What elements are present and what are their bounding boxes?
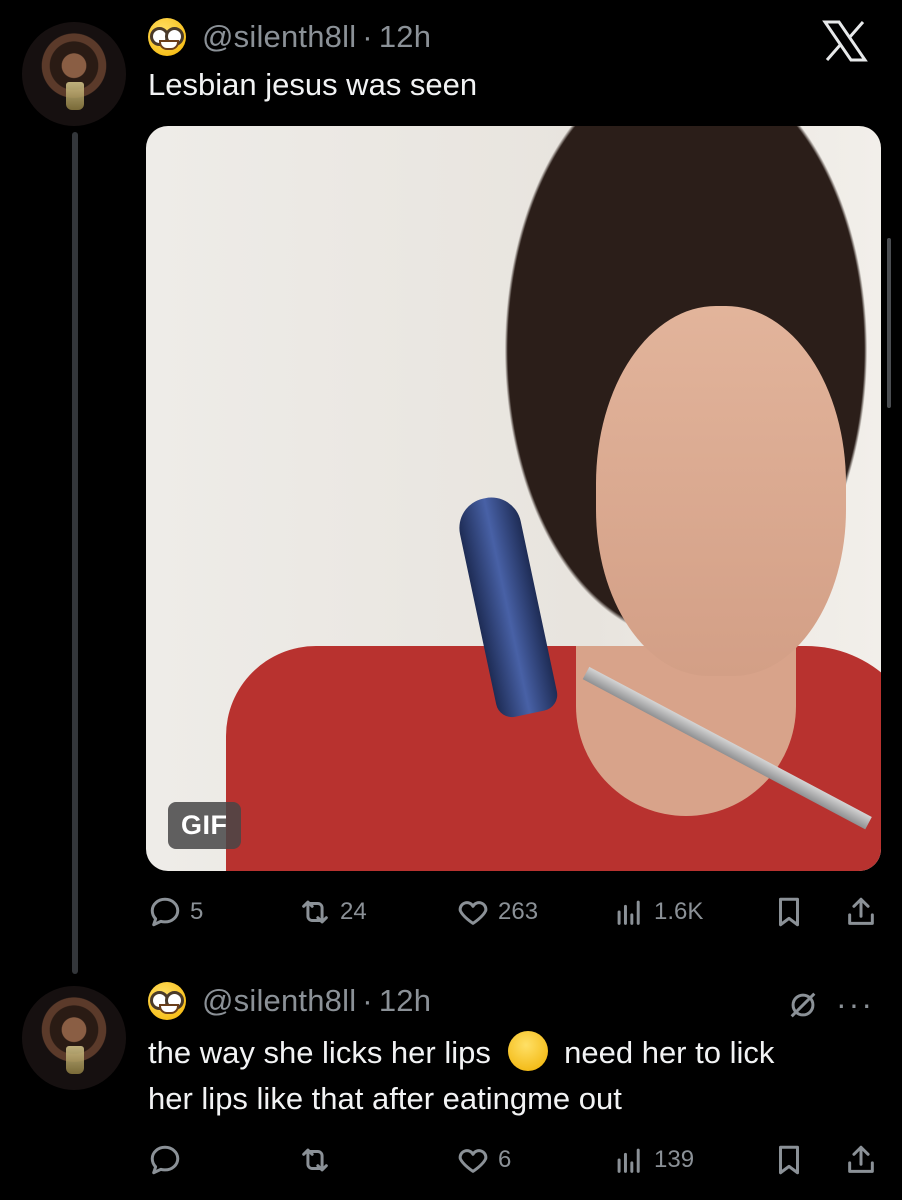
reply-button[interactable]	[148, 1143, 190, 1177]
tweet-header: @silenth8ll · 12h	[148, 982, 431, 1020]
tweet-text: the way she licks her lips need her to l…	[148, 1030, 774, 1122]
bookmark-icon	[779, 1145, 799, 1175]
bookmark-button[interactable]	[772, 1143, 806, 1177]
views-count: 1.6K	[654, 898, 704, 925]
nerd-face-emoji-icon	[148, 982, 186, 1020]
tweet-header: @silenth8ll · 12h	[148, 18, 431, 56]
timestamp[interactable]: 12h	[379, 19, 431, 55]
retweet-icon	[302, 1148, 328, 1172]
heart-icon	[458, 1149, 488, 1173]
retweet-button[interactable]: 24	[298, 895, 367, 929]
tweet-text: Lesbian jesus was seen	[148, 67, 478, 102]
reply-icon	[150, 897, 180, 927]
like-count: 6	[498, 1146, 512, 1173]
separator-dot: ·	[362, 19, 373, 54]
bookmark-icon	[779, 897, 799, 927]
gif-badge: GIF	[168, 802, 241, 849]
tweet-media-gif[interactable]: GIF	[146, 126, 881, 871]
user-avatar[interactable]	[22, 986, 126, 1090]
nerd-face-emoji-icon	[148, 18, 186, 56]
like-button[interactable]: 263	[456, 895, 538, 929]
views-button[interactable]: 1.6K	[612, 895, 703, 929]
media-face	[596, 306, 846, 676]
reply-icon	[150, 1145, 180, 1175]
thread-line	[72, 132, 78, 974]
avatar-glass	[66, 82, 84, 110]
like-button[interactable]: 6	[456, 1143, 511, 1177]
like-count: 263	[498, 898, 539, 925]
tweet-text-part2: need her to lick	[564, 1035, 775, 1070]
user-handle[interactable]: @silenth8ll	[202, 19, 356, 55]
retweet-count: 24	[340, 898, 367, 925]
mute-icon[interactable]	[786, 988, 820, 1022]
tweet-actions: 6 139	[148, 1138, 883, 1182]
tweet-actions: 5 24 263 1.6K	[148, 890, 883, 934]
tweet-text-line2: her lips like that after eatingme out	[148, 1081, 622, 1116]
share-icon	[848, 897, 874, 925]
views-icon	[617, 1148, 640, 1173]
user-handle[interactable]: @silenth8ll	[202, 983, 356, 1019]
avatar-glass	[66, 1046, 84, 1074]
heart-icon	[458, 901, 488, 925]
share-button[interactable]	[844, 895, 878, 929]
timestamp[interactable]: 12h	[379, 983, 431, 1019]
tweet-thread-page: @silenth8ll · 12h Lesbian jesus was seen…	[0, 0, 902, 1200]
views-count: 139	[654, 1146, 695, 1173]
x-logo-icon	[822, 20, 868, 62]
views-button[interactable]: 139	[612, 1143, 694, 1177]
tweet-text-part1: the way she licks her lips	[148, 1035, 491, 1070]
retweet-button[interactable]	[298, 1143, 340, 1177]
drooling-face-emoji-icon	[507, 1030, 548, 1071]
bookmark-button[interactable]	[772, 895, 806, 929]
user-avatar[interactable]	[22, 22, 126, 126]
views-icon	[617, 900, 640, 925]
reply-count: 5	[190, 898, 204, 925]
more-icon[interactable]: ···	[836, 986, 874, 1023]
share-icon	[848, 1145, 874, 1173]
share-button[interactable]	[844, 1143, 878, 1177]
scrollbar[interactable]	[887, 238, 891, 408]
reply-button[interactable]: 5	[148, 895, 203, 929]
retweet-icon	[302, 900, 328, 924]
separator-dot: ·	[362, 983, 373, 1018]
